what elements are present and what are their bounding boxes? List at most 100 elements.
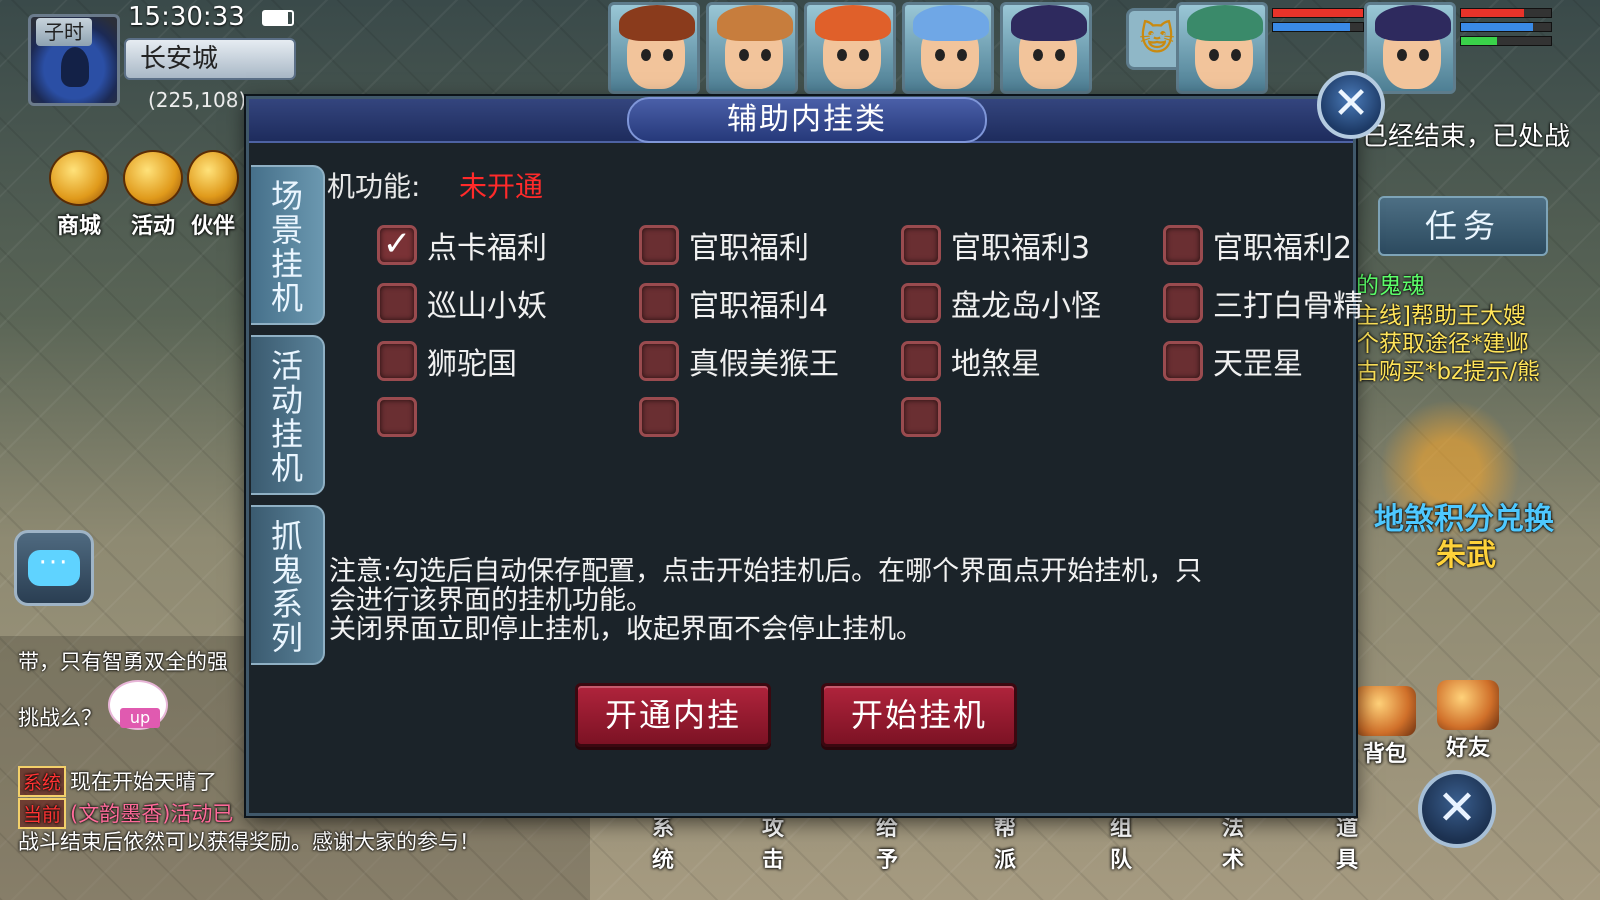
- option-item[interactable]: 真假美猴王: [639, 339, 839, 383]
- checkbox[interactable]: [1163, 283, 1203, 323]
- option-item[interactable]: 官职福利: [639, 223, 809, 267]
- option-item[interactable]: 官职福利4: [639, 281, 828, 325]
- function-status: 未开通: [459, 170, 544, 203]
- option-label: 官职福利4: [689, 289, 829, 324]
- menu-system[interactable]: 系统: [652, 810, 674, 874]
- tab-label: 场景挂机: [270, 177, 303, 317]
- option-label: 官职福利3: [951, 231, 1091, 266]
- character-portrait-icon[interactable]: [804, 2, 896, 94]
- chat-line: 战斗结束后依然可以获得奖励。感谢大家的参与！: [18, 830, 480, 854]
- close-icon[interactable]: ✕: [1317, 71, 1385, 139]
- checkbox[interactable]: [377, 283, 417, 323]
- battery-icon: [262, 10, 294, 26]
- checkbox-checked[interactable]: ✓: [377, 225, 417, 265]
- collapse-menu-button[interactable]: ✕: [1418, 770, 1496, 848]
- quest-line[interactable]: 的鬼魂: [1356, 266, 1425, 300]
- chat-line: 带，只有智勇双全的强: [18, 650, 228, 674]
- activity-label: 活动: [130, 214, 175, 239]
- option-item[interactable]: [639, 395, 679, 439]
- checkbox[interactable]: [901, 397, 941, 437]
- friends-button[interactable]: 好友: [1428, 680, 1508, 762]
- battle-notice: 已经结束，已处战: [1362, 122, 1571, 152]
- backpack-button[interactable]: 背包: [1350, 686, 1420, 768]
- reward-npc-name[interactable]: 朱武: [1436, 530, 1496, 574]
- dialog-title-plate: 辅助内挂类: [627, 97, 987, 143]
- hp-bar: [1272, 8, 1364, 18]
- menu-team[interactable]: 组队: [1110, 810, 1132, 874]
- hp-bar: [1460, 8, 1552, 18]
- level-up-mascot-icon[interactable]: up: [108, 680, 168, 730]
- backpack-label: 背包: [1362, 742, 1407, 767]
- option-item[interactable]: 官职福利3: [901, 223, 1090, 267]
- notice-line: 关闭界面立即停止挂机，收起界面不会停止挂机。: [329, 614, 923, 645]
- checkbox[interactable]: [639, 225, 679, 265]
- option-item[interactable]: 地煞星: [901, 339, 1041, 383]
- chat-line: 当前 (文韵墨香)活动已: [18, 798, 233, 829]
- checkbox[interactable]: [901, 283, 941, 323]
- time-period: 子时: [36, 18, 92, 46]
- option-item[interactable]: 盘龙岛小怪: [901, 281, 1101, 325]
- option-item[interactable]: 巡山小妖: [377, 281, 547, 325]
- option-item[interactable]: 三打白骨精: [1163, 281, 1363, 325]
- activity-button[interactable]: 活动: [118, 150, 188, 240]
- start-auto-button[interactable]: 开始挂机: [821, 683, 1017, 747]
- tab-label: 抓鬼系列: [270, 517, 303, 657]
- character-portrait-icon[interactable]: [1000, 2, 1092, 94]
- option-label: 三打白骨精: [1213, 289, 1363, 324]
- exp-bar: [1460, 36, 1552, 46]
- option-item[interactable]: 官职福利2: [1163, 223, 1352, 267]
- pet-portrait-icon[interactable]: [1176, 2, 1268, 94]
- option-label: 盘龙岛小怪: [951, 289, 1101, 324]
- menu-items[interactable]: 道具: [1336, 810, 1358, 874]
- shop-icon: [49, 150, 109, 206]
- option-label: 官职福利: [689, 231, 809, 266]
- checkbox[interactable]: [901, 225, 941, 265]
- option-label: 狮驼国: [427, 347, 517, 382]
- checkbox[interactable]: [1163, 225, 1203, 265]
- partner-button[interactable]: 伙伴: [182, 150, 244, 240]
- chat-text: (文韵墨香)活动已: [70, 802, 234, 826]
- activate-auto-button[interactable]: 开通内挂: [575, 683, 771, 747]
- shop-button[interactable]: 商城: [44, 150, 114, 240]
- option-item[interactable]: 狮驼国: [377, 339, 517, 383]
- chat-button[interactable]: ···: [14, 530, 94, 606]
- stat-bars: [1272, 8, 1364, 36]
- coordinates: (225,108): [148, 88, 247, 112]
- chat-text: 现在开始天晴了: [70, 770, 218, 794]
- menu-guild[interactable]: 帮派: [994, 810, 1016, 874]
- menu-spell[interactable]: 法术: [1222, 810, 1244, 874]
- option-item[interactable]: [377, 395, 417, 439]
- option-item[interactable]: 天罡星: [1163, 339, 1303, 383]
- tab-event-idle[interactable]: 活动挂机: [251, 335, 325, 495]
- player-portrait-icon[interactable]: [1364, 2, 1456, 94]
- chat-line: 系统 现在开始天晴了: [18, 766, 217, 797]
- character-portrait-icon[interactable]: [706, 2, 798, 94]
- menu-give[interactable]: 给予: [876, 810, 898, 874]
- tab-scene-idle[interactable]: 场景挂机: [251, 165, 325, 325]
- checkbox[interactable]: [377, 397, 417, 437]
- checkbox[interactable]: [639, 341, 679, 381]
- menu-attack[interactable]: 攻击: [762, 810, 784, 874]
- checkbox[interactable]: [639, 283, 679, 323]
- checkbox[interactable]: [1163, 341, 1203, 381]
- task-button[interactable]: 任务: [1378, 196, 1548, 256]
- location-panel: 子时 15:30:33 长安城 (225,108): [0, 0, 300, 112]
- checkbox[interactable]: [901, 341, 941, 381]
- option-item[interactable]: ✓ 点卡福利: [377, 223, 547, 267]
- city-name[interactable]: 长安城: [124, 38, 296, 80]
- quest-line[interactable]: 古购买*bz提示/熊: [1356, 352, 1540, 386]
- function-label: 机功能:: [327, 170, 421, 203]
- channel-badge: 系统: [18, 766, 67, 797]
- checkbox[interactable]: [377, 341, 417, 381]
- partner-icon: [187, 150, 239, 206]
- option-item[interactable]: [901, 395, 941, 439]
- partner-label: 伙伴: [190, 214, 235, 239]
- mp-bar: [1460, 22, 1552, 32]
- backpack-icon: [1354, 686, 1416, 736]
- auto-play-dialog: 辅助内挂类 ✕ 场景挂机 活动挂机 抓鬼系列 机功能: 未开通 ✓ 点卡福利官职福…: [246, 71, 1385, 816]
- tab-ghost-series[interactable]: 抓鬼系列: [251, 505, 325, 665]
- chat-bubble-icon: ···: [28, 550, 80, 586]
- checkbox[interactable]: [639, 397, 679, 437]
- character-portrait-icon[interactable]: [608, 2, 700, 94]
- character-portrait-icon[interactable]: [902, 2, 994, 94]
